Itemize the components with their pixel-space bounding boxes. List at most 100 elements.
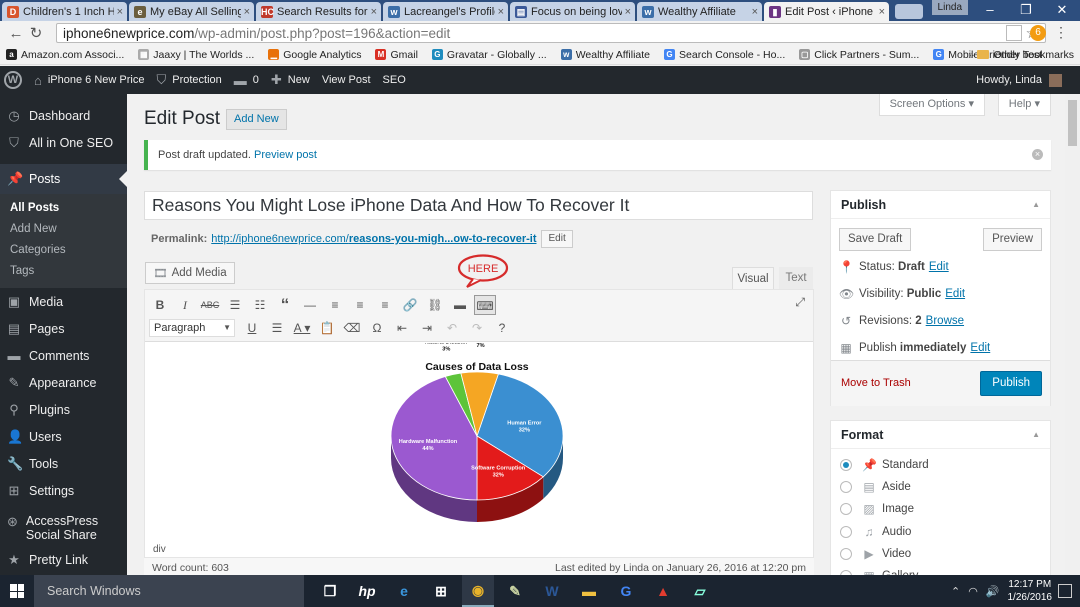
- wordpress-logo-icon[interactable]: W: [4, 71, 22, 89]
- paint-icon[interactable]: ✎: [499, 575, 531, 607]
- underline-icon[interactable]: U: [241, 318, 263, 338]
- reload-icon[interactable]: ↻: [26, 24, 46, 42]
- sidebar-item-plugins[interactable]: ⚲ Plugins: [0, 396, 127, 423]
- notifications-icon[interactable]: [1058, 584, 1072, 598]
- radio-button[interactable]: [840, 503, 852, 516]
- bookmark-item[interactable]: G Gravatar - Globally ...: [431, 49, 547, 61]
- close-icon[interactable]: ✕: [1044, 0, 1080, 20]
- taskbar-search[interactable]: Search Windows: [34, 575, 304, 607]
- distraction-free-icon[interactable]: ⤢: [795, 295, 805, 310]
- radio-button[interactable]: [840, 459, 852, 471]
- format-option-image[interactable]: ▨ Image: [840, 502, 914, 516]
- publish-heading[interactable]: Publish ▲: [831, 191, 1050, 219]
- bookmark-item[interactable]: G Search Console - Ho...: [664, 49, 785, 61]
- blockquote-icon[interactable]: “: [274, 295, 296, 315]
- save-draft-button[interactable]: Save Draft: [839, 228, 912, 251]
- editor-content[interactable]: Causes of Data Loss Human Error 32% Softwa…: [145, 343, 813, 539]
- bookmark-item[interactable]: a Amazon.com Associ...: [6, 49, 124, 61]
- add-media-button[interactable]: 🎞 Add Media: [145, 262, 235, 284]
- align-left-icon[interactable]: ≡: [324, 295, 346, 315]
- seo-link[interactable]: SEO: [383, 74, 406, 86]
- align-center-icon[interactable]: ≡: [349, 295, 371, 315]
- format-option-audio[interactable]: ♫ Audio: [840, 525, 911, 539]
- bookmark-item[interactable]: M Gmail: [375, 49, 418, 61]
- store-icon[interactable]: ⊞: [425, 575, 457, 607]
- tab-visual[interactable]: Visual: [732, 267, 774, 290]
- hp-icon[interactable]: hp: [351, 575, 383, 607]
- account-menu[interactable]: Howdy, Linda: [976, 73, 1062, 87]
- horizontal-line-icon[interactable]: —: [299, 295, 321, 315]
- bookmark-item[interactable]: ▢ Click Partners - Sum...: [799, 49, 919, 61]
- indent-icon[interactable]: ⇥: [416, 318, 438, 338]
- screen-options-button[interactable]: Screen Options ▾: [878, 94, 985, 116]
- numbered-list-icon[interactable]: ☷: [249, 295, 271, 315]
- word-icon[interactable]: W: [536, 575, 568, 607]
- tab-close-icon[interactable]: ×: [625, 6, 631, 18]
- paste-text-icon[interactable]: 📋: [316, 318, 338, 338]
- chrome-menu-icon[interactable]: ⋮: [1054, 24, 1068, 41]
- radio-button[interactable]: [840, 481, 852, 494]
- browser-tab[interactable]: ▤ Focus on being lovi ×: [510, 2, 635, 21]
- comments-link[interactable]: ▬ 0: [234, 73, 259, 88]
- sidebar-item-tools[interactable]: 🔧 Tools: [0, 450, 127, 477]
- tray-overflow-icon[interactable]: ⌃: [951, 585, 960, 598]
- new-tab-button[interactable]: [895, 4, 923, 19]
- collapse-icon[interactable]: ▲: [1032, 191, 1040, 219]
- edge-icon[interactable]: e: [388, 575, 420, 607]
- help-button[interactable]: Help ▾: [997, 94, 1051, 116]
- read-more-icon[interactable]: ▬: [449, 295, 471, 315]
- collapse-icon[interactable]: ▲: [1032, 421, 1040, 449]
- keyboard-help-icon[interactable]: ?: [491, 318, 513, 338]
- format-heading[interactable]: Format ▲: [831, 421, 1050, 449]
- preview-post-link[interactable]: Preview post: [254, 149, 317, 161]
- task-view-icon[interactable]: ❐: [314, 575, 346, 607]
- justify-icon[interactable]: ☰: [266, 318, 288, 338]
- back-arrow-icon[interactable]: ←: [6, 25, 26, 42]
- scrollbar-thumb[interactable]: [1068, 100, 1077, 146]
- radio-button[interactable]: [840, 525, 852, 538]
- submenu-item-tags[interactable]: Tags: [0, 261, 127, 282]
- status-edit-link[interactable]: Edit: [929, 261, 949, 273]
- browser-tab[interactable]: w Wealthy Affiliate ×: [637, 2, 762, 21]
- submenu-item-categories[interactable]: Categories: [0, 240, 127, 261]
- move-to-trash-link[interactable]: Move to Trash: [841, 377, 911, 389]
- submenu-item-add-new[interactable]: Add New: [0, 219, 127, 240]
- tab-close-icon[interactable]: ×: [244, 6, 250, 18]
- special-character-icon[interactable]: Ω: [366, 318, 388, 338]
- outdent-icon[interactable]: ⇤: [391, 318, 413, 338]
- bold-icon[interactable]: B: [149, 295, 171, 315]
- other-bookmarks-folder[interactable]: Other bookmarks: [977, 49, 1074, 61]
- browser-tab[interactable]: HC Search Results for " ×: [256, 2, 381, 21]
- publish-button[interactable]: Publish: [980, 371, 1042, 396]
- permalink-edit-button[interactable]: Edit: [541, 230, 573, 248]
- tab-close-icon[interactable]: ×: [752, 6, 758, 18]
- tab-close-icon[interactable]: ×: [117, 6, 123, 18]
- clear-formatting-icon[interactable]: ⌫: [341, 318, 363, 338]
- paragraph-format-select[interactable]: Paragraph ▼: [149, 319, 235, 337]
- sidebar-item-dashboard[interactable]: ◷ Dashboard: [0, 102, 127, 129]
- acrobat-icon[interactable]: ▲: [647, 575, 679, 607]
- page-scrollbar[interactable]: [1065, 94, 1080, 574]
- post-title-input[interactable]: Reasons You Might Lose iPhone Data And H…: [144, 191, 813, 220]
- tab-text[interactable]: Text: [779, 267, 813, 290]
- format-option-video[interactable]: ▶ Video: [840, 547, 911, 561]
- insert-link-icon[interactable]: 🔗: [399, 295, 421, 315]
- network-icon[interactable]: ◠: [968, 585, 978, 598]
- notes-icon[interactable]: ▱: [684, 575, 716, 607]
- sidebar-item-accesspress[interactable]: ⊛ AccessPress Social Share: [0, 512, 127, 546]
- format-option-standard[interactable]: 📌 Standard: [840, 458, 929, 472]
- sidebar-item-all-in-one-seo[interactable]: ⛉ All in One SEO: [0, 129, 127, 156]
- chrome-icon[interactable]: ◉: [462, 575, 494, 607]
- remove-link-icon[interactable]: ⛓: [424, 295, 446, 315]
- format-option-aside[interactable]: ▤ Aside: [840, 480, 911, 494]
- bookmark-item[interactable]: w Wealthy Affiliate: [560, 49, 650, 61]
- browser-tab[interactable]: ▮ Edit Post ‹ iPhone 6 ×: [764, 2, 889, 21]
- sidebar-item-posts[interactable]: 📌 Posts: [0, 164, 127, 194]
- file-explorer-icon[interactable]: ▬: [573, 575, 605, 607]
- address-bar[interactable]: iphone6newprice.com/wp-admin/post.php?po…: [56, 23, 1046, 43]
- extension-badge-icon[interactable]: 6: [1030, 24, 1046, 41]
- sidebar-item-media[interactable]: ▣ Media: [0, 288, 127, 315]
- undo-icon[interactable]: ↶: [441, 318, 463, 338]
- bookmark-item[interactable]: ▦ Jaaxy | The Worlds ...: [138, 49, 254, 61]
- extension-icon[interactable]: [1006, 24, 1022, 41]
